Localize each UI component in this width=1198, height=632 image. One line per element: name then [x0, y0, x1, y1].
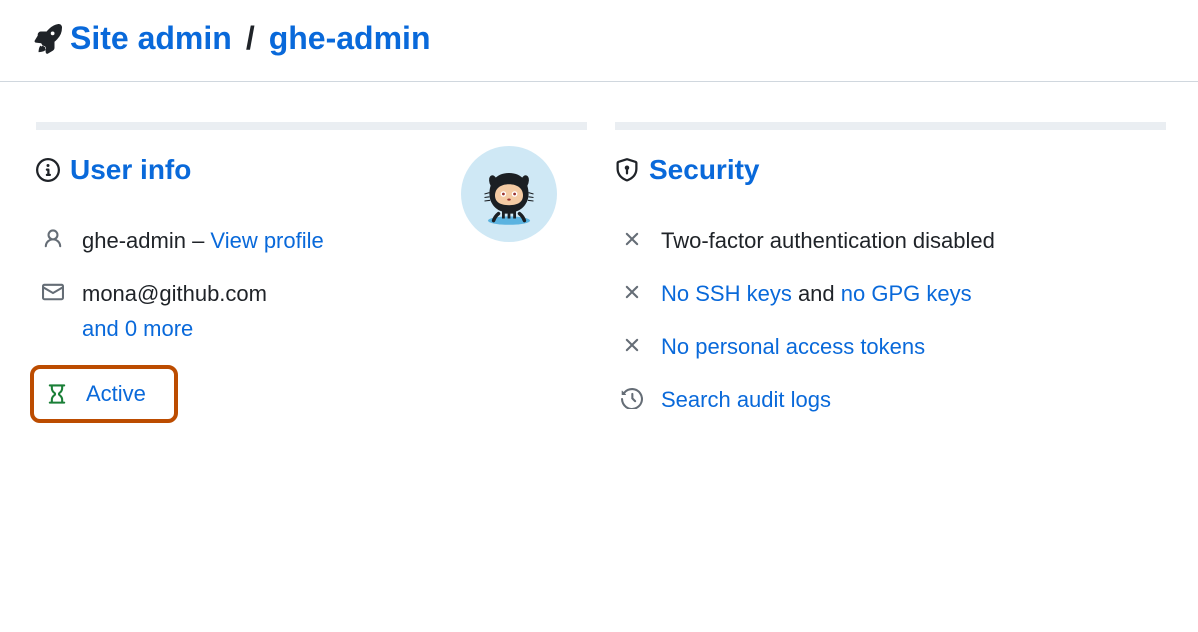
audit-logs-link[interactable]: Search audit logs [661, 387, 831, 412]
mail-icon [42, 281, 64, 303]
panel-top-bar [36, 122, 587, 130]
breadcrumb-root-link[interactable]: Site admin [70, 20, 232, 57]
no-ssh-keys-link[interactable]: No SSH keys [661, 281, 792, 306]
shield-lock-icon [615, 158, 639, 182]
x-icon [621, 281, 643, 303]
avatar [461, 146, 557, 242]
view-profile-link[interactable]: View profile [210, 228, 323, 253]
user-info-panel: User info [36, 122, 587, 426]
person-icon [42, 228, 64, 250]
user-info-header: User info [36, 154, 587, 186]
email-text: mona@github.com [82, 281, 267, 306]
security-header: Security [615, 154, 1166, 186]
history-icon [621, 387, 643, 409]
more-emails-link[interactable]: and 0 more [82, 312, 587, 345]
status-link[interactable]: Active [86, 381, 146, 407]
breadcrumb: Site admin / ghe-admin [0, 0, 1198, 82]
info-icon [36, 158, 60, 182]
breadcrumb-separator: / [246, 20, 255, 57]
email-row: mona@github.com and 0 more [36, 267, 587, 355]
two-factor-text: Two-factor authentication disabled [661, 228, 995, 253]
avatar-image [474, 159, 544, 229]
breadcrumb-current-link[interactable]: ghe-admin [269, 20, 431, 57]
user-info-title[interactable]: User info [70, 154, 191, 186]
security-panel: Security Two-factor authentication disab… [615, 122, 1166, 426]
no-tokens-link[interactable]: No personal access tokens [661, 334, 925, 359]
main-content: User info [0, 82, 1198, 466]
hourglass-icon [46, 383, 68, 405]
two-factor-row: Two-factor authentication disabled [615, 214, 1166, 267]
tokens-row: No personal access tokens [615, 320, 1166, 373]
status-highlight: Active [30, 365, 178, 423]
panel-top-bar [615, 122, 1166, 130]
and-text: and [792, 281, 841, 306]
keys-row: No SSH keys and no GPG keys [615, 267, 1166, 320]
dash-separator: – [186, 228, 210, 253]
no-gpg-keys-link[interactable]: no GPG keys [841, 281, 972, 306]
rocket-icon [32, 24, 62, 54]
username-text: ghe-admin [82, 228, 186, 253]
security-title[interactable]: Security [649, 154, 760, 186]
audit-logs-row: Search audit logs [615, 373, 1166, 426]
x-icon [621, 228, 643, 250]
x-icon [621, 334, 643, 356]
